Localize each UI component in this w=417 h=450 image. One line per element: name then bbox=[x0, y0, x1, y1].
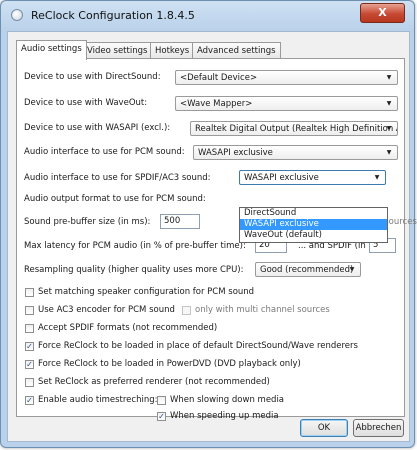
tab-audio-settings[interactable]: Audio settings bbox=[16, 40, 87, 60]
timestretching-checkbox[interactable]: ✓ bbox=[25, 396, 34, 405]
checkmark-icon: ✓ bbox=[26, 396, 33, 405]
wasapi-device-value: Realtek Digital Output (Realtek High Def… bbox=[195, 124, 398, 134]
speeding-up-checkbox[interactable]: ✓ bbox=[157, 412, 166, 421]
timestretching-label: Enable audio timestreching: bbox=[38, 395, 158, 405]
prebuffer-label: Sound pre-buffer size (in ms): bbox=[24, 217, 151, 227]
speaker-config-checkbox[interactable] bbox=[25, 288, 34, 297]
pcm-interface-label: Audio interface to use for PCM sound: bbox=[24, 147, 185, 157]
wasapi-device-label: Device to use with WASAPI (excl.): bbox=[24, 123, 171, 133]
waveout-device-label: Device to use with WaveOut: bbox=[24, 98, 148, 108]
tab-video-settings[interactable]: Video settings bbox=[82, 42, 153, 59]
spdif-interface-label: Audio interface to use for SPDIF/AC3 sou… bbox=[24, 173, 211, 183]
preferred-renderer-checkbox[interactable] bbox=[25, 378, 34, 387]
directsound-device-select[interactable]: <Default Device> ▼ bbox=[175, 70, 398, 85]
dropdown-option-waveout[interactable]: WaveOut (default) bbox=[240, 230, 387, 241]
ac3-encoder-checkbox[interactable] bbox=[25, 306, 34, 315]
audio-settings-panel: Device to use with DirectSound: <Default… bbox=[16, 58, 417, 421]
chevron-down-icon: ▼ bbox=[386, 149, 392, 156]
dialog-client-area: Audio settings Video settings Hotkeys Ad… bbox=[7, 31, 417, 442]
spdif-interface-select[interactable]: WASAPI exclusive ▼ bbox=[239, 170, 386, 185]
chevron-down-icon: ▼ bbox=[374, 174, 380, 181]
force-powerdvd-label: Force ReClock to be loaded in PowerDVD (… bbox=[38, 359, 301, 369]
config-window: ReClock Configuration 1.8.4.5 X Audio se… bbox=[0, 0, 417, 448]
resampling-select[interactable]: Good (recommended) ▼ bbox=[255, 262, 361, 277]
slowing-down-checkbox[interactable] bbox=[157, 396, 166, 405]
ok-button[interactable]: OK bbox=[300, 419, 348, 437]
multichannel-only-label: only with multi channel sources bbox=[195, 305, 330, 315]
dropdown-option-wasapi-exclusive[interactable]: WASAPI exclusive bbox=[240, 219, 387, 230]
force-directsound-checkbox[interactable]: ✓ bbox=[25, 342, 34, 351]
slowing-down-label: When slowing down media bbox=[170, 395, 285, 405]
directsound-device-value: <Default Device> bbox=[180, 73, 258, 83]
tab-hotkeys[interactable]: Hotkeys bbox=[150, 42, 195, 59]
pcm-interface-value: WASAPI exclusive bbox=[198, 148, 273, 158]
chevron-down-icon: ▼ bbox=[386, 125, 392, 132]
speeding-up-label: When speeding up media bbox=[170, 411, 279, 421]
chevron-down-icon: ▼ bbox=[349, 266, 355, 273]
multichannel-only-checkbox[interactable] bbox=[182, 306, 191, 315]
pcm-interface-select[interactable]: WASAPI exclusive ▼ bbox=[193, 145, 398, 160]
dropdown-option-directsound[interactable]: DirectSound bbox=[240, 208, 387, 219]
waveout-device-value: <Wave Mapper> bbox=[180, 99, 253, 109]
title-bar: ReClock Configuration 1.8.4.5 X bbox=[1, 1, 414, 31]
output-format-label: Audio output format to use for PCM sound… bbox=[24, 194, 206, 204]
latency-label: Max latency for PCM audio (in % of pre-b… bbox=[24, 241, 246, 251]
window-title: ReClock Configuration 1.8.4.5 bbox=[31, 9, 195, 22]
spdif-interface-value: WASAPI exclusive bbox=[244, 173, 319, 183]
close-button[interactable]: X bbox=[360, 3, 405, 23]
preferred-renderer-label: Set ReClock as preferred renderer (not r… bbox=[38, 377, 270, 387]
force-directsound-label: Force ReClock to be loaded in place of d… bbox=[38, 341, 358, 351]
waveout-device-select[interactable]: <Wave Mapper> ▼ bbox=[175, 96, 398, 111]
accept-spdif-label: Accept SPDIF formats (not recommended) bbox=[38, 323, 218, 333]
wasapi-device-select[interactable]: Realtek Digital Output (Realtek High Def… bbox=[190, 121, 398, 136]
reclock-app-icon bbox=[11, 9, 23, 21]
checkmark-icon: ✓ bbox=[26, 342, 33, 351]
resampling-value: Good (recommended) bbox=[260, 265, 354, 275]
chevron-down-icon: ▼ bbox=[386, 74, 392, 81]
force-powerdvd-checkbox[interactable]: ✓ bbox=[25, 360, 34, 369]
ac3-encoder-label: Use AC3 encoder for PCM sound bbox=[38, 305, 175, 315]
speaker-config-label: Set matching speaker configuration for P… bbox=[38, 287, 255, 297]
checkmark-icon: ✓ bbox=[26, 360, 33, 369]
chevron-down-icon: ▼ bbox=[386, 100, 392, 107]
cancel-button[interactable]: Abbrechen bbox=[353, 419, 404, 437]
spdif-interface-dropdown-list: DirectSound WASAPI exclusive WaveOut (de… bbox=[239, 207, 388, 243]
tab-advanced-settings[interactable]: Advanced settings bbox=[192, 42, 281, 59]
checkmark-icon: ✓ bbox=[158, 412, 165, 421]
directsound-device-label: Device to use with DirectSound: bbox=[24, 72, 161, 82]
accept-spdif-checkbox[interactable] bbox=[25, 324, 34, 333]
resampling-label: Resampling quality (higher quality uses … bbox=[24, 265, 244, 275]
prebuffer-input[interactable]: 500 bbox=[160, 214, 200, 229]
